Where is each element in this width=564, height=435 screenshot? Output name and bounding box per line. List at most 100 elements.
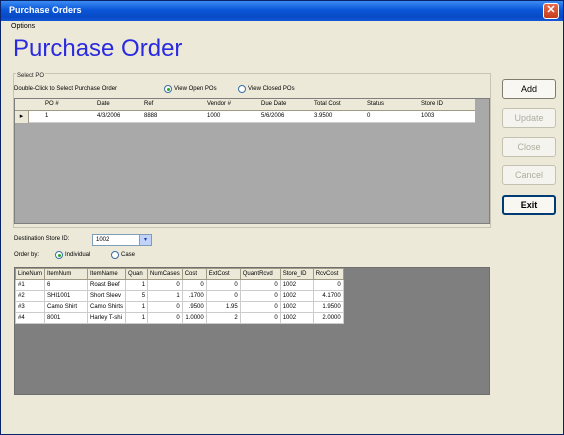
order-case-radio[interactable]: Case bbox=[111, 251, 135, 259]
line-col-header[interactable]: QuantRcvd bbox=[239, 268, 281, 280]
line-item-row[interactable]: #3 Camo Shirt Camo Shirts 1 0.9500 1.95 0 1002 1… bbox=[14, 301, 344, 313]
line-item-cell[interactable]: #4 bbox=[14, 312, 46, 324]
po-col-header[interactable]: Ref bbox=[144, 101, 153, 107]
line-col-header[interactable]: ItemName bbox=[87, 268, 127, 280]
radio-selected-icon bbox=[164, 85, 172, 93]
line-item-cell[interactable]: 8001 bbox=[44, 312, 89, 324]
line-col-header[interactable]: RcvCost bbox=[312, 268, 344, 280]
line-item-cell[interactable]: #1 bbox=[14, 279, 46, 291]
line-item-cell[interactable]: 0 bbox=[205, 290, 241, 302]
po-col-header[interactable]: Vendor # bbox=[207, 101, 231, 107]
line-item-cell[interactable]: 1.9500 bbox=[312, 301, 344, 313]
menu-options[interactable]: Options bbox=[11, 23, 35, 30]
po-cell: 4/3/2006 bbox=[97, 113, 121, 119]
line-item-cell[interactable]: #3 bbox=[14, 301, 46, 313]
line-item-cell[interactable]: 0 bbox=[239, 290, 281, 302]
po-col-header[interactable]: Date bbox=[97, 101, 110, 107]
line-item-cell[interactable]: 0 bbox=[239, 312, 281, 324]
order-by-label: Order by: bbox=[14, 252, 40, 258]
po-col-header[interactable]: Status bbox=[367, 101, 384, 107]
close-po-button[interactable]: Close bbox=[502, 137, 556, 157]
line-item-row[interactable]: #2 SHI1001 Short Sleev 5 1.1700 0 0 1002 4.1700 bbox=[14, 290, 344, 302]
order-individual-label: Individual bbox=[65, 252, 91, 258]
line-items-header-row: LineNum ItemNum ItemName Quan NumCases C… bbox=[14, 268, 344, 280]
line-item-cell[interactable]: 0 bbox=[239, 279, 281, 291]
radio-unselected-icon bbox=[238, 85, 246, 93]
po-col-header[interactable]: PO # bbox=[45, 101, 59, 107]
line-item-cell[interactable]: 0 bbox=[147, 301, 183, 313]
cancel-button[interactable]: Cancel bbox=[502, 165, 556, 185]
view-open-pos-radio[interactable]: View Open POs bbox=[164, 85, 217, 93]
chevron-down-icon[interactable]: ▾ bbox=[139, 235, 151, 245]
line-col-header[interactable]: Store_ID bbox=[279, 268, 314, 280]
po-grid[interactable]: PO # Date Ref Vendor # Due Date Total Co… bbox=[14, 98, 490, 224]
line-item-cell[interactable]: 1 bbox=[125, 279, 149, 291]
window-title: Purchase Orders bbox=[9, 5, 82, 15]
line-col-header[interactable]: NumCases bbox=[147, 268, 183, 280]
update-button[interactable]: Update bbox=[502, 108, 556, 128]
line-item-cell[interactable]: Harley T-shi bbox=[87, 312, 127, 324]
line-item-cell[interactable]: 5 bbox=[125, 290, 149, 302]
line-item-cell[interactable]: #2 bbox=[14, 290, 46, 302]
line-item-cell[interactable]: Short Sleev bbox=[87, 290, 127, 302]
line-col-header[interactable]: LineNum bbox=[14, 268, 46, 280]
line-item-cell[interactable]: Camo Shirts bbox=[87, 301, 127, 313]
line-item-row[interactable]: #4 8001 Harley T-shi 1 0 1.0000 2 0 1002 2.0000 bbox=[14, 312, 344, 324]
po-table-row[interactable]: 1 4/3/2006 8888 1000 5/6/2006 3.9500 0 1… bbox=[15, 111, 475, 123]
po-col-header[interactable]: Total Cost bbox=[314, 101, 341, 107]
line-item-cell[interactable]: 0 bbox=[312, 279, 344, 291]
line-item-cell[interactable]: 1002 bbox=[279, 312, 314, 324]
line-item-cell[interactable]: .1700 bbox=[181, 290, 207, 302]
line-item-cell[interactable]: .9500 bbox=[181, 301, 207, 313]
line-item-row[interactable]: #1 6 Roast Beef 1 0 0 0 0 1002 0 bbox=[14, 279, 344, 291]
line-items-grid[interactable]: LineNum ItemNum ItemName Quan NumCases C… bbox=[14, 267, 490, 395]
po-col-header[interactable]: Store ID bbox=[421, 101, 443, 107]
po-col-header[interactable]: Due Date bbox=[261, 101, 286, 107]
po-cell: 0 bbox=[367, 113, 371, 119]
line-item-cell[interactable]: 1.95 bbox=[205, 301, 241, 313]
line-item-cell[interactable]: SHI1001 bbox=[44, 290, 89, 302]
line-item-cell[interactable]: 6 bbox=[44, 279, 89, 291]
radio-unselected-icon bbox=[111, 251, 119, 259]
line-item-cell[interactable]: 4.1700 bbox=[312, 290, 344, 302]
line-item-cell[interactable]: 0 bbox=[147, 279, 183, 291]
line-item-cell[interactable]: 0 bbox=[205, 279, 241, 291]
close-window-button[interactable]: ✕ bbox=[543, 3, 559, 19]
line-col-header[interactable]: Quan bbox=[125, 268, 149, 280]
destination-store-select[interactable]: 1002 ▾ bbox=[92, 234, 152, 246]
line-item-cell[interactable]: 1.0000 bbox=[181, 312, 207, 324]
select-po-instructions: Double-Click to Select Purchase Order bbox=[14, 86, 118, 92]
radio-selected-icon bbox=[55, 251, 63, 259]
line-item-cell[interactable]: 1002 bbox=[279, 279, 314, 291]
line-item-cell[interactable]: 1 bbox=[147, 290, 183, 302]
po-cell: 8888 bbox=[144, 113, 158, 119]
destination-store-label: Destination Store ID: bbox=[14, 236, 70, 242]
line-col-header[interactable]: Cost bbox=[181, 268, 207, 280]
line-item-cell[interactable]: 1002 bbox=[279, 290, 314, 302]
exit-button[interactable]: Exit bbox=[502, 195, 556, 215]
order-individual-radio[interactable]: Individual bbox=[55, 251, 90, 259]
purchase-orders-window: Purchase Orders ✕ Options Purchase Order… bbox=[0, 0, 564, 435]
line-item-cell[interactable]: 0 bbox=[147, 312, 183, 324]
add-button[interactable]: Add bbox=[502, 79, 556, 99]
view-closed-pos-radio[interactable]: View Closed POs bbox=[238, 85, 295, 93]
title-bar[interactable]: Purchase Orders ✕ bbox=[1, 1, 563, 21]
po-cell: 1003 bbox=[421, 113, 435, 119]
line-item-cell[interactable]: Roast Beef bbox=[87, 279, 127, 291]
line-item-cell[interactable]: 1002 bbox=[279, 301, 314, 313]
row-pointer-icon: ▸ bbox=[15, 111, 29, 123]
line-col-header[interactable]: ExtCost bbox=[205, 268, 241, 280]
line-item-cell[interactable]: Camo Shirt bbox=[44, 301, 89, 313]
menu-bar: Options bbox=[1, 21, 563, 35]
line-item-cell[interactable]: 2 bbox=[205, 312, 241, 324]
line-item-cell[interactable]: 1 bbox=[125, 301, 149, 313]
line-item-cell[interactable]: 0 bbox=[239, 301, 281, 313]
line-items-table: LineNum ItemNum ItemName Quan NumCases C… bbox=[14, 268, 344, 324]
po-cell: 1000 bbox=[207, 113, 221, 119]
line-item-cell[interactable]: 2.0000 bbox=[312, 312, 344, 324]
line-item-cell[interactable]: 1 bbox=[125, 312, 149, 324]
line-col-header[interactable]: ItemNum bbox=[44, 268, 89, 280]
po-cell: 5/6/2006 bbox=[261, 113, 285, 119]
line-item-cell[interactable]: 0 bbox=[181, 279, 207, 291]
order-case-label: Case bbox=[121, 252, 136, 258]
